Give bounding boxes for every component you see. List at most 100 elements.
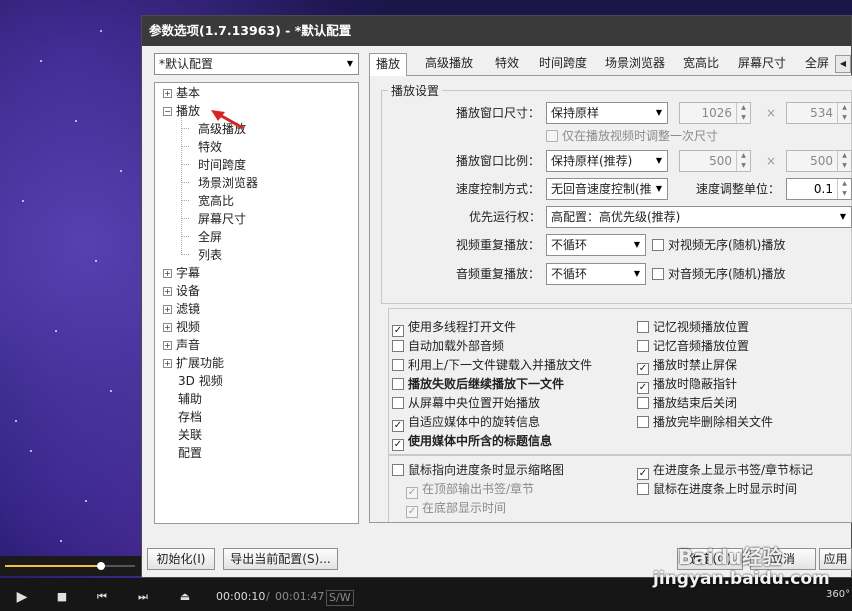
option-multithread-open[interactable]: ✓ 使用多线程打开文件 xyxy=(392,319,516,337)
tree-item-filters[interactable]: + 滤镜 xyxy=(163,301,200,317)
ratio-width-input[interactable]: 500 ▲ ▼ xyxy=(679,150,751,172)
audio-random-checkbox[interactable]: 对音频无序(随机)播放 xyxy=(652,266,785,282)
tree-item-association[interactable]: 关联 xyxy=(178,427,202,443)
spinner-arrows-icon[interactable]: ▲ ▼ xyxy=(736,103,750,123)
option-thumbnail-preview[interactable]: 鼠标指向进度条时显示缩略图 xyxy=(392,462,564,478)
apply-button[interactable]: 应用 xyxy=(819,548,852,570)
tab-fullscreen[interactable]: 全屏 xyxy=(799,53,835,75)
tree-item-fullscreen[interactable]: 全屏 xyxy=(198,229,222,245)
tree-item-devices[interactable]: + 设备 xyxy=(163,283,200,299)
checkbox-icon xyxy=(637,483,649,495)
tree-item-assist[interactable]: 辅助 xyxy=(178,391,202,407)
expand-icon[interactable]: + xyxy=(163,269,172,278)
profile-select[interactable]: *默认配置 ▼ xyxy=(154,53,359,75)
chevron-down-icon[interactable]: ▼ xyxy=(651,151,667,171)
checkbox-icon xyxy=(392,397,404,409)
expand-icon[interactable]: + xyxy=(163,287,172,296)
tab-scene-browser[interactable]: 场景浏览器 xyxy=(599,53,671,75)
tab-advanced-playback[interactable]: 高级播放 xyxy=(419,53,479,75)
option-auto-rotate[interactable]: ✓ 自适应媒体中的旋转信息 xyxy=(392,414,540,432)
tree-item-list[interactable]: 列表 xyxy=(198,247,222,263)
option-prev-next-keys[interactable]: 利用上/下一文件键载入并播放文件 xyxy=(392,357,592,373)
tree-item-effects[interactable]: 特效 xyxy=(198,139,222,155)
option-close-on-end[interactable]: 播放结束后关闭 xyxy=(637,395,737,411)
tree-item-3d-video[interactable]: 3D 视频 xyxy=(178,373,223,389)
video-repeat-select[interactable]: 不循环 ▼ xyxy=(546,234,646,256)
speed-mode-select[interactable]: 无回音速度控制(推 ▼ xyxy=(546,178,668,200)
tree-item-basic[interactable]: + 基本 xyxy=(163,85,200,101)
tree-item-time-span[interactable]: 时间跨度 xyxy=(198,157,246,173)
option-show-bookmarks[interactable]: ✓ 在进度条上显示书签/章节标记 xyxy=(637,462,813,480)
option-disable-screensaver[interactable]: ✓ 播放时禁止屏保 xyxy=(637,357,737,375)
chevron-down-icon[interactable]: ▼ xyxy=(629,264,645,284)
tree-item-config[interactable]: 配置 xyxy=(178,445,202,461)
expand-icon[interactable]: + xyxy=(163,323,172,332)
adjust-once-checkbox[interactable]: 仅在播放视频时调整一次尺寸 xyxy=(546,128,718,144)
video-random-checkbox[interactable]: 对视频无序(随机)播放 xyxy=(652,237,785,253)
checkbox-icon xyxy=(652,239,664,251)
audio-repeat-select[interactable]: 不循环 ▼ xyxy=(546,263,646,285)
chevron-down-icon[interactable]: ▼ xyxy=(342,54,358,74)
chevron-down-icon[interactable]: ▼ xyxy=(651,179,667,199)
option-hide-pointer[interactable]: ✓ 播放时隐蔽指针 xyxy=(637,376,737,394)
seek-bar[interactable] xyxy=(0,556,141,576)
tree-item-scene-browser[interactable]: 场景浏览器 xyxy=(198,175,258,191)
play-icon[interactable]: ▶ xyxy=(12,583,32,611)
expand-icon[interactable]: + xyxy=(163,89,172,98)
spinner-arrows-icon[interactable]: ▲ ▼ xyxy=(837,103,851,123)
tree-item-playback[interactable]: − 播放 xyxy=(163,103,200,119)
tree-item-extensions[interactable]: + 扩展功能 xyxy=(163,355,224,371)
tree-item-audio[interactable]: + 声音 xyxy=(163,337,200,353)
window-ratio-select[interactable]: 保持原样(推荐) ▼ xyxy=(546,150,668,172)
spinner-arrows-icon[interactable]: ▲ ▼ xyxy=(736,151,750,171)
tree-item-subtitles[interactable]: + 字幕 xyxy=(163,265,200,281)
tab-screen-size[interactable]: 屏幕尺寸 xyxy=(732,53,792,75)
expand-icon[interactable]: + xyxy=(163,341,172,350)
spinner-arrows-icon[interactable]: ▲ ▼ xyxy=(837,179,851,199)
window-height-input[interactable]: 534 ▲ ▼ xyxy=(786,102,852,124)
option-auto-load-audio[interactable]: 自动加载外部音频 xyxy=(392,338,504,354)
next-icon[interactable]: ⏭ xyxy=(133,583,153,611)
tab-aspect-ratio[interactable]: 宽高比 xyxy=(677,53,725,75)
eject-icon[interactable]: ⏏ xyxy=(175,583,195,611)
tab-time-span[interactable]: 时间跨度 xyxy=(533,53,593,75)
tab-playback[interactable]: 播放 xyxy=(369,53,408,76)
init-button[interactable]: 初始化(I) xyxy=(147,548,215,570)
option-mouse-time[interactable]: 鼠标在进度条上时显示时间 xyxy=(637,481,797,497)
tab-scroll-left-icon[interactable]: ◀ xyxy=(835,55,851,73)
option-media-title[interactable]: ✓ 使用媒体中所含的标题信息 xyxy=(392,433,552,451)
tree-item-video[interactable]: + 视频 xyxy=(163,319,200,335)
previous-icon[interactable]: ⏮ xyxy=(92,583,112,611)
priority-select[interactable]: 高配置：高优先级(推荐) ▼ xyxy=(546,206,852,228)
export-config-button[interactable]: 导出当前配置(S)... xyxy=(223,548,338,570)
tree-item-archive[interactable]: 存档 xyxy=(178,409,202,425)
collapse-icon[interactable]: − xyxy=(163,107,172,116)
window-width-input[interactable]: 1026 ▲ ▼ xyxy=(679,102,751,124)
speed-unit-input[interactable]: 0.1 ▲ ▼ xyxy=(786,178,852,200)
chevron-down-icon[interactable]: ▼ xyxy=(629,235,645,255)
ratio-height-input[interactable]: 500 ▲ ▼ xyxy=(786,150,852,172)
option-remember-audio-pos[interactable]: 记忆音频播放位置 xyxy=(637,338,749,354)
chevron-down-icon[interactable]: ▼ xyxy=(651,103,667,123)
window-size-select[interactable]: 保持原样 ▼ xyxy=(546,102,668,124)
option-remember-video-pos[interactable]: 记忆视频播放位置 xyxy=(637,319,749,335)
sw-decoder-badge[interactable]: S/W xyxy=(326,590,354,606)
expand-icon[interactable]: + xyxy=(163,305,172,314)
tree-item-screen-size[interactable]: 屏幕尺寸 xyxy=(198,211,246,227)
option-continue-on-fail[interactable]: 播放失败后继续播放下一文件 xyxy=(392,376,564,392)
seek-handle[interactable] xyxy=(97,562,106,570)
option-bottom-time[interactable]: ✓ 在底部显示时间 xyxy=(406,500,506,518)
option-delete-after-play[interactable]: 播放完毕删除相关文件 xyxy=(637,414,773,430)
spinner-arrows-icon[interactable]: ▲ ▼ xyxy=(837,151,851,171)
tree-item-aspect-ratio[interactable]: 宽高比 xyxy=(198,193,234,209)
expand-icon[interactable]: + xyxy=(163,359,172,368)
speed-unit-label: 速度调整单位： xyxy=(696,182,781,196)
tab-effects[interactable]: 特效 xyxy=(489,53,525,75)
checkbox-icon xyxy=(637,397,649,409)
checkbox-icon: ✓ xyxy=(406,506,418,518)
360-badge[interactable]: 360° xyxy=(826,588,850,602)
chevron-down-icon[interactable]: ▼ xyxy=(835,207,851,227)
stop-icon[interactable]: ■ xyxy=(52,583,72,611)
option-top-bookmark[interactable]: ✓ 在顶部输出书签/章节 xyxy=(406,481,534,499)
option-start-center[interactable]: 从屏幕中央位置开始播放 xyxy=(392,395,540,411)
